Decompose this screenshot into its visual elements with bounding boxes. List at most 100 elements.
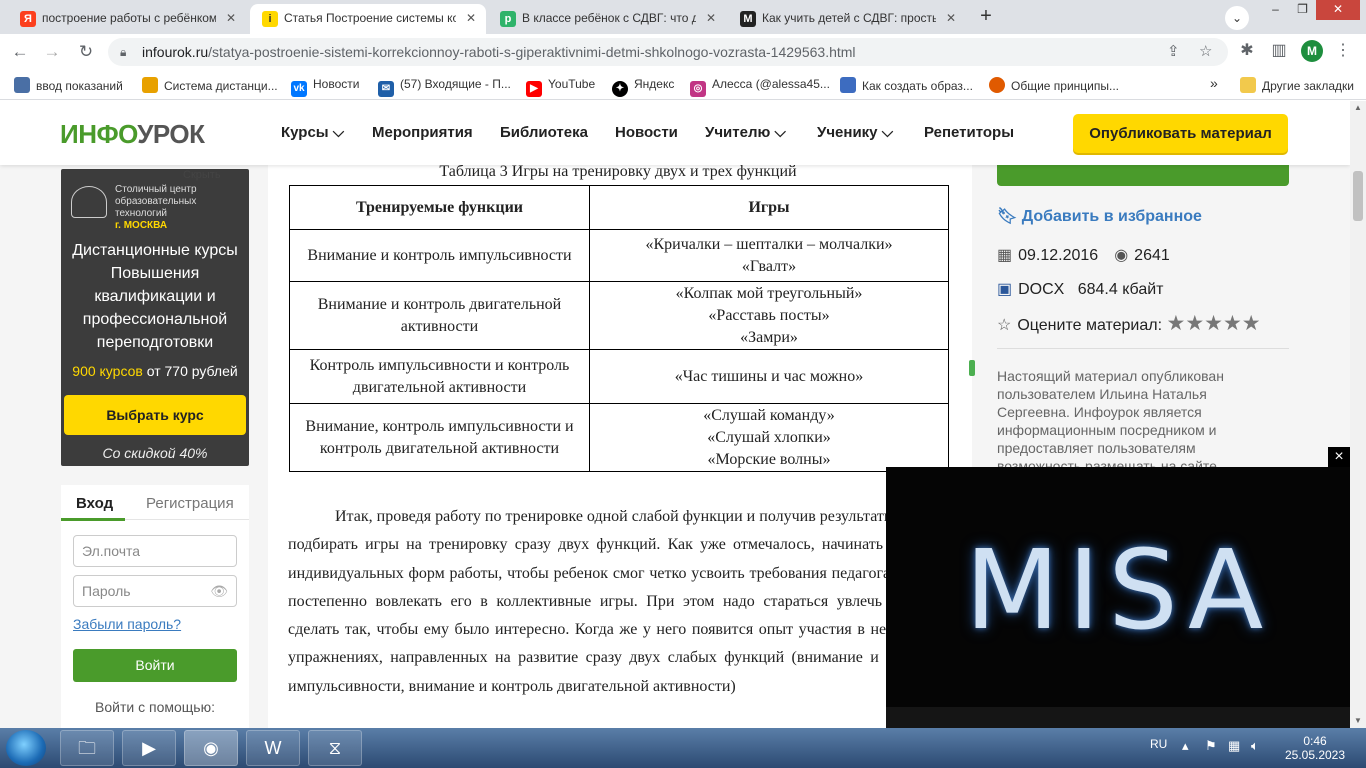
download-button[interactable] — [997, 165, 1289, 186]
reload-icon[interactable]: ↻ — [74, 40, 98, 64]
add-favorite-link[interactable]: 🔖︎ Добавить в избранное — [997, 206, 1202, 226]
game-item: «Слушай команду» — [703, 406, 835, 424]
bookmark-item[interactable]: ▶ YouTube — [526, 77, 595, 97]
ad-price-rest: от 770 рублей — [142, 363, 238, 379]
share-icon[interactable]: ⇪ — [1167, 42, 1180, 60]
tray-arrow-icon[interactable]: ▴ — [1182, 738, 1189, 754]
minimize-button[interactable]: – — [1262, 0, 1289, 20]
video-app-icon[interactable]: ⧖ — [308, 730, 362, 766]
password-field[interactable]: Пароль 👁︎ — [73, 575, 237, 607]
nav-teacher[interactable]: Учителю ⌵ — [705, 124, 786, 141]
site-favicon-icon: M — [740, 11, 756, 27]
table-cell: «Час тишины и час можно» — [589, 349, 949, 404]
nav-events[interactable]: Мероприятия — [372, 124, 473, 141]
nav-label: Ученику — [817, 124, 878, 141]
tab-close-icon[interactable]: ✕ — [226, 4, 236, 32]
bookmark-item[interactable]: vk Новости — [291, 77, 359, 97]
flag-icon[interactable]: ⚑ — [1205, 738, 1217, 754]
media-player-icon[interactable]: ▶ — [122, 730, 176, 766]
nav-label: Курсы — [281, 124, 329, 141]
floating-video-player[interactable]: MISA — [886, 467, 1350, 728]
views-icon: ◉ — [1114, 247, 1129, 264]
back-icon[interactable]: ← — [8, 40, 32, 64]
tab-close-icon[interactable]: ✕ — [706, 4, 716, 32]
scrollbar-thumb[interactable] — [1353, 171, 1363, 221]
url-bar[interactable]: 🔒︎ infourok.ru/statya-postroenie-sistemi… — [108, 38, 1228, 66]
bookmark-item[interactable]: ✦ Яндекс — [612, 77, 674, 97]
login-button[interactable]: Войти — [73, 649, 237, 682]
rating-row: ☆ Оцените материал: ★★★★★ — [997, 311, 1261, 336]
volume-icon[interactable]: 🔈︎ — [1251, 738, 1259, 754]
browser-tab[interactable]: Я построение работы с ребёнком ✕ — [8, 4, 246, 34]
chevron-down-icon: ⌵ — [332, 124, 345, 141]
video-title: MISA — [964, 526, 1272, 654]
bookmark-item[interactable]: ✉ (57) Входящие - П... — [378, 77, 511, 97]
scroll-down-icon[interactable]: ▼ — [1350, 714, 1366, 728]
new-tab-button[interactable]: + — [972, 5, 1000, 29]
site-logo[interactable]: ИНФОУРОК — [60, 119, 205, 150]
login-panel: Вход Регистрация Эл.почта Пароль 👁︎ Забыл… — [61, 485, 249, 728]
publisher-info: Настоящий материал опубликован пользоват… — [997, 368, 1224, 474]
tab-search-icon[interactable]: ⌄ — [1225, 6, 1249, 30]
ad-banner[interactable]: Столичный центр образовательных технолог… — [61, 169, 249, 466]
ad-discount: Со скидкой 40% — [102, 445, 208, 461]
browser-tab[interactable]: M Как учить детей с СДВГ: просты ✕ — [728, 4, 966, 34]
system-clock[interactable]: 0:46 25.05.2023 — [1284, 734, 1346, 762]
forward-icon[interactable]: → — [40, 40, 64, 64]
ad-org-line: Столичный центр — [115, 184, 197, 195]
tab-close-icon[interactable]: ✕ — [466, 4, 476, 32]
tab-register[interactable]: Регистрация — [146, 495, 234, 512]
bookmark-label: Как создать образ... — [862, 79, 973, 93]
browser-tab[interactable]: р В классе ребёнок с СДВГ: что де ✕ — [488, 4, 726, 34]
bookmark-item[interactable]: ◎ Алесса (@alessa45... — [690, 77, 830, 97]
eye-icon[interactable]: 👁︎ — [210, 576, 228, 606]
page-scrollbar[interactable]: ▲ ▼ — [1350, 101, 1366, 728]
chrome-icon[interactable]: ◉ — [184, 730, 238, 766]
ad-hide-link[interactable]: Скрыть — [183, 169, 221, 181]
scroll-up-icon[interactable]: ▲ — [1350, 101, 1366, 115]
nav-student[interactable]: Ученику ⌵ — [817, 124, 893, 141]
bookmark-star-icon[interactable]: ☆ — [1199, 42, 1212, 60]
nav-courses[interactable]: Курсы ⌵ — [281, 124, 344, 141]
forgot-password-link[interactable]: Забыли пароль? — [73, 616, 181, 632]
ad-org-logo: Столичный центр образовательных технолог… — [71, 184, 249, 232]
choose-course-button[interactable]: Выбрать курс — [64, 395, 246, 435]
publish-material-button[interactable]: Опубликовать материал — [1073, 114, 1288, 153]
video-close-button[interactable]: × — [1328, 447, 1350, 467]
bookmark-item[interactable]: Как создать образ... — [840, 77, 973, 93]
bookmark-item[interactable]: Общие принципы... — [989, 77, 1119, 93]
language-indicator[interactable]: RU — [1150, 737, 1167, 751]
restore-button[interactable]: ❐ — [1289, 0, 1316, 20]
bookmark-item[interactable]: Система дистанци... — [142, 77, 278, 93]
extensions-icon[interactable]: ✱ — [1236, 40, 1258, 62]
email-field[interactable]: Эл.почта — [73, 535, 237, 567]
games-table: Тренируемые функции Игры Внимание и конт… — [289, 185, 949, 472]
bookmarks-overflow-icon[interactable]: » — [1210, 75, 1218, 91]
tab-close-icon[interactable]: ✕ — [946, 4, 956, 32]
nav-tutors[interactable]: Репетиторы — [924, 124, 1014, 141]
network-icon[interactable]: ▦ — [1228, 738, 1240, 754]
video-controls-bar — [886, 707, 1350, 728]
start-button[interactable] — [6, 730, 46, 766]
table-header: Игры — [589, 185, 949, 230]
browser-tab-active[interactable]: i Статья Построение системы кор ✕ — [250, 4, 486, 34]
ad-org-line: образовательных — [115, 196, 197, 207]
tab-login[interactable]: Вход — [76, 495, 113, 512]
menu-kebab-icon[interactable]: ⋮ — [1332, 40, 1354, 62]
explorer-icon[interactable]: 🗀︎ — [60, 730, 114, 766]
bookmark-item[interactable]: ввод показаний — [14, 77, 123, 93]
nav-library[interactable]: Библиотека — [500, 124, 588, 141]
nav-news[interactable]: Новости — [615, 124, 678, 141]
game-item: «Замри» — [740, 328, 798, 346]
close-window-button[interactable]: ✕ — [1316, 0, 1360, 20]
side-panel-icon[interactable]: ▥ — [1268, 40, 1290, 62]
browser-tab-bar: Я построение работы с ребёнком ✕ i Стать… — [0, 0, 1366, 34]
table-cell: Внимание и контроль импульсивности — [289, 229, 590, 282]
other-bookmarks[interactable]: Другие закладки — [1240, 77, 1354, 93]
windows-taskbar: 🗀︎ ▶ ◉ W ⧖ RU ▴ ⚑ ▦ 🔈︎ 0:46 25.05.2023 — [0, 728, 1366, 768]
ad-title: Дистанционные курсы Повышения квалификац… — [72, 242, 238, 351]
url-host: infourok.ru — [142, 44, 209, 60]
profile-avatar[interactable]: M — [1301, 40, 1323, 62]
rating-stars[interactable]: ★★★★★ — [1167, 312, 1261, 335]
word-icon[interactable]: W — [246, 730, 300, 766]
